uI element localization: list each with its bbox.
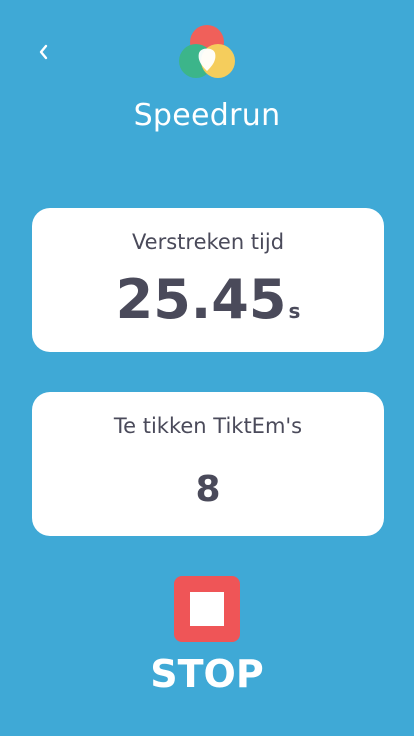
elapsed-time-row: 25.45 s [32,268,384,332]
stop-icon[interactable] [190,592,224,626]
stop-button[interactable] [174,576,240,642]
back-button[interactable] [34,40,54,64]
page-title: Speedrun [133,98,281,133]
chevron-left-icon[interactable] [34,40,54,64]
remaining-count-value: 8 [195,469,221,510]
stop-label[interactable]: STOP [0,650,414,698]
elapsed-time-label: Verstreken tijd [131,230,285,254]
elapsed-time-value: 25.45 [115,268,287,331]
tiktem-logo-icon [177,23,237,81]
remaining-count-label: Te tikken TiktEm's [113,414,303,438]
elapsed-time-unit: s [288,299,301,323]
elapsed-time-card: Verstreken tijd 25.45 s [32,208,384,352]
remaining-count-card: Te tikken TiktEm's 8 [32,392,384,536]
